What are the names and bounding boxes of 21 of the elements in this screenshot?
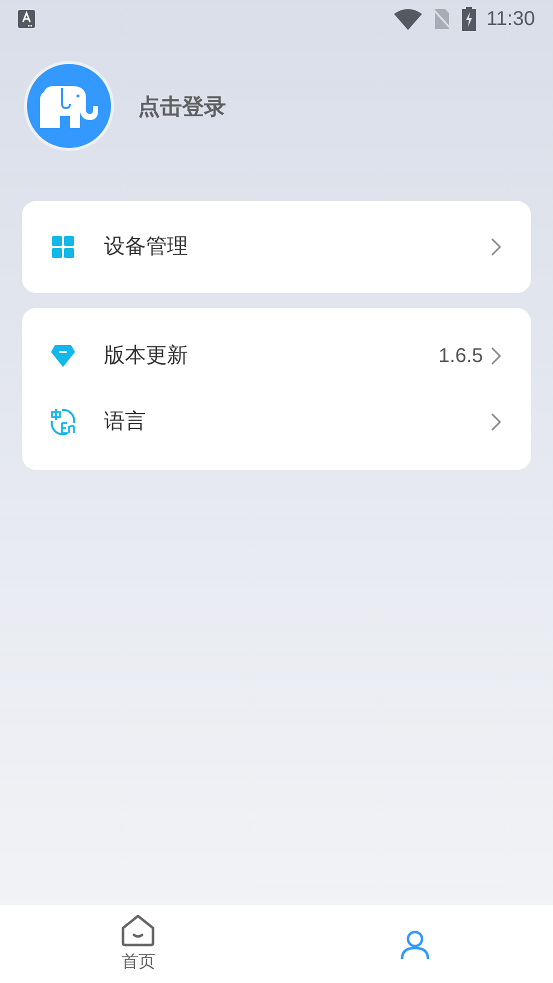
settings-item[interactable]: 版本更新 1.6.5 bbox=[22, 323, 531, 389]
gem-icon bbox=[50, 344, 76, 368]
battery-charging-icon bbox=[462, 7, 476, 31]
item-label: 语言 bbox=[104, 409, 147, 436]
nav-tab[interactable]: 首页 bbox=[0, 905, 276, 983]
version-number: 1.6.5 bbox=[438, 344, 483, 369]
settings-item[interactable]: 语言 bbox=[22, 389, 531, 455]
home-icon bbox=[120, 913, 156, 948]
wifi-icon bbox=[394, 8, 422, 30]
elephant-icon bbox=[38, 84, 100, 128]
keyboard-icon bbox=[18, 10, 35, 28]
status-time: 11:30 bbox=[486, 7, 535, 32]
chevron-right-icon bbox=[491, 238, 501, 256]
chevron-right-icon bbox=[491, 413, 501, 431]
item-label: 版本更新 bbox=[104, 343, 189, 370]
language-icon bbox=[48, 407, 78, 437]
settings-item[interactable]: 设备管理 bbox=[22, 214, 531, 280]
login-prompt[interactable]: 点击登录 bbox=[138, 90, 226, 122]
grid-icon bbox=[52, 236, 74, 258]
chevron-right-icon bbox=[491, 347, 501, 365]
item-label: 设备管理 bbox=[104, 234, 189, 260]
